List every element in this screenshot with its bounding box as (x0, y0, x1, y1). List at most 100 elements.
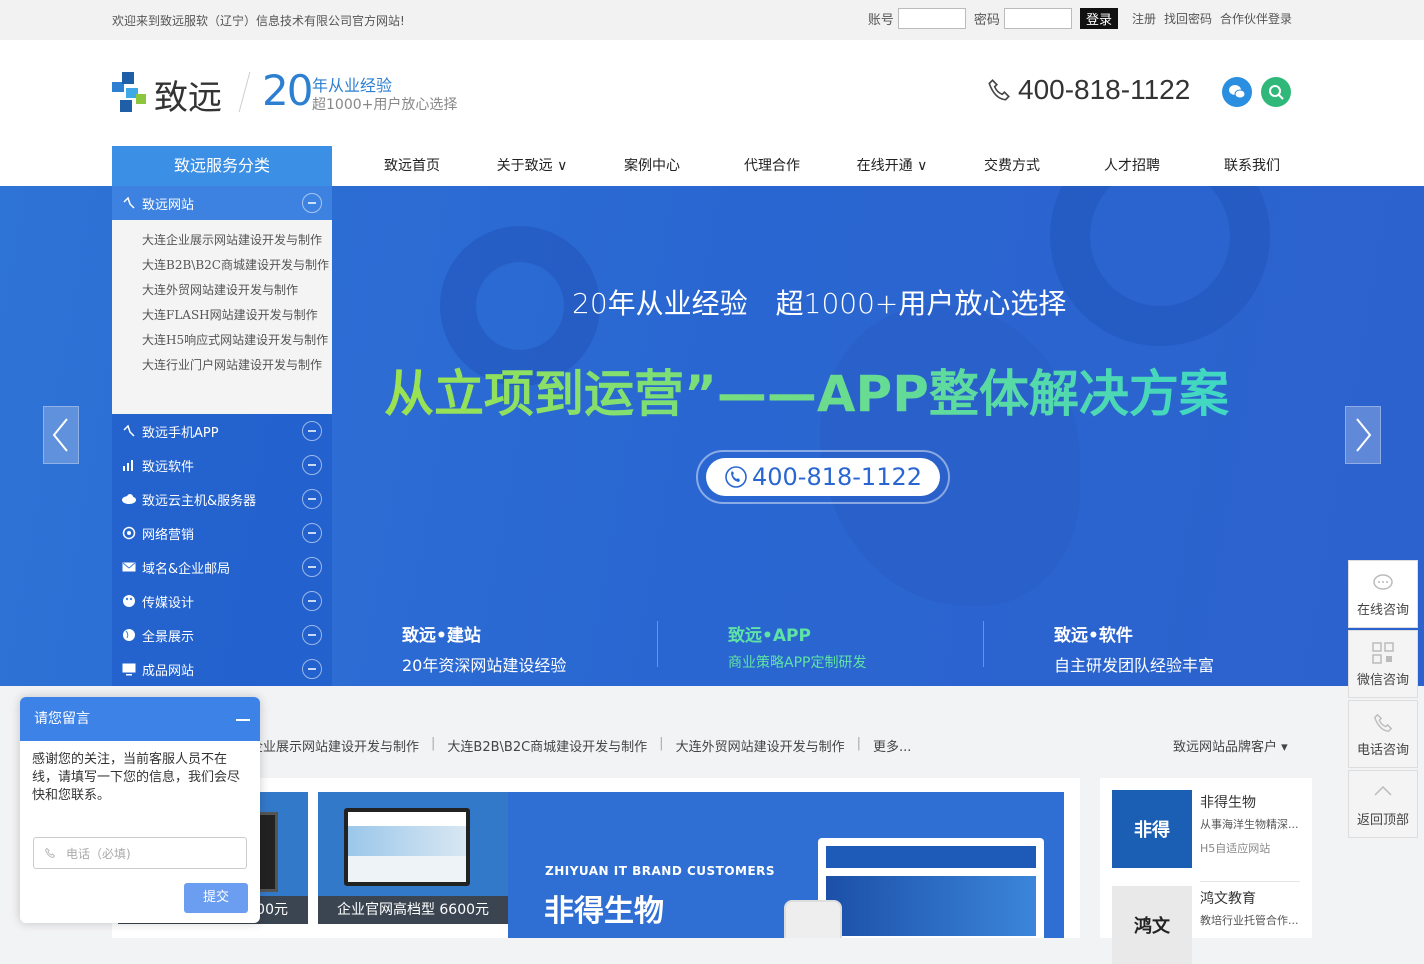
expand-icon[interactable] (302, 421, 322, 441)
nav-cases[interactable]: 案例中心 (592, 146, 712, 186)
palette-icon (120, 592, 138, 610)
password-input[interactable] (1003, 8, 1072, 29)
nav-online-open[interactable]: 在线开通 ∨ (832, 146, 952, 186)
expand-icon[interactable] (302, 523, 322, 543)
banner-decoration (1050, 186, 1270, 346)
banner-phone-button[interactable]: 400-818-1122 (696, 450, 950, 504)
float-label: 微信咨询 (1356, 672, 1409, 688)
category-label: 致远手机APP (142, 425, 219, 441)
monitor-icon (120, 660, 138, 678)
wechat-consult-button[interactable]: 微信咨询 (1348, 630, 1418, 698)
sub-item[interactable]: 大连企业展示网站建设开发与制作 (142, 228, 332, 253)
sub-item[interactable]: 大连H5响应式网站建设开发与制作 (142, 328, 332, 353)
logo-icon[interactable] (112, 68, 152, 116)
banner-title: 从立项到运营”——APP整体解决方案 (384, 354, 1229, 426)
online-consult-button[interactable]: 在线咨询 (1348, 560, 1418, 628)
phone-input[interactable]: 电话（必填) (33, 837, 247, 869)
phone-input-placeholder: 电话（必填) (66, 846, 131, 861)
back-to-top-button[interactable]: 返回顶部 (1348, 770, 1418, 838)
client-name: 鸿文教育 (1200, 891, 1256, 907)
expand-icon[interactable] (302, 625, 322, 645)
category-cloud[interactable]: 致远云主机&服务器 (112, 482, 332, 516)
client-logo: 鸿文 (1112, 886, 1192, 964)
phone-mockup (784, 900, 842, 938)
category-label: 成品网站 (142, 663, 195, 679)
slogan-number: 20 (262, 66, 313, 115)
case-caption: 企业官网高档型 6600元 (318, 896, 508, 924)
chevron-left-icon (52, 418, 68, 452)
sub-item[interactable]: 大连FLASH网站建设开发与制作 (142, 303, 332, 328)
expand-icon[interactable] (302, 489, 322, 509)
featured-case-title: 非得生物 (544, 894, 664, 929)
nav-about[interactable]: 关于致远 ∨ (472, 146, 592, 186)
category-panorama[interactable]: 全景展示 (112, 618, 332, 652)
header-phone: 400-818-1122 (986, 74, 1190, 106)
expand-icon[interactable] (302, 455, 322, 475)
register-link[interactable]: 注册 (1132, 10, 1156, 27)
expand-icon[interactable] (302, 659, 322, 679)
category-media-design[interactable]: 传媒设计 (112, 584, 332, 618)
brand-customers-dropdown[interactable]: 致远网站品牌客户 ▾ (1173, 736, 1288, 755)
feature-software: 致远•软件 自主研发团队经验丰富 (1054, 621, 1354, 676)
case-tab-more[interactable]: 更多... (873, 736, 911, 755)
case-tab[interactable]: 大连B2B\B2C商城建设开发与制作 (447, 736, 647, 755)
expand-icon[interactable] (302, 591, 322, 611)
brand-clients: 非得 非得生物 从事海洋生物精深... H5自适应网站 鸿文 鸿文教育 教培行业… (1100, 778, 1312, 964)
client-desc: 从事海洋生物精深... (1200, 818, 1299, 831)
nav-payment[interactable]: 交费方式 (952, 146, 1072, 186)
banner-prev-arrow[interactable] (43, 406, 79, 464)
minimize-icon[interactable] (236, 719, 250, 721)
header-phone-number: 400-818-1122 (1018, 74, 1191, 105)
float-label: 返回顶部 (1356, 812, 1409, 828)
expand-icon[interactable] (302, 193, 322, 213)
category-marketing[interactable]: 网络营销 (112, 516, 332, 550)
floating-contact-bar: 在线咨询 微信咨询 电话咨询 返回顶部 (1348, 560, 1420, 840)
forgot-password-link[interactable]: 找回密码 (1164, 10, 1212, 27)
phone-consult-button[interactable]: 电话咨询 (1348, 700, 1418, 768)
wechat-icon[interactable] (1222, 77, 1252, 107)
float-label: 电话咨询 (1356, 742, 1409, 758)
message-header[interactable]: 请您留言 (20, 697, 260, 741)
client-desc: 教培行业托管合作... (1200, 914, 1299, 927)
chart-icon (120, 456, 138, 474)
search-icon[interactable] (1261, 77, 1291, 107)
partner-login-link[interactable]: 合作伙伴登录 (1220, 10, 1292, 27)
category-label: 域名&企业邮局 (142, 561, 231, 577)
nav-home[interactable]: 致远首页 (352, 146, 472, 186)
featured-case-en: ZHIYUAN IT BRAND CUSTOMERS (545, 864, 776, 878)
login-button[interactable]: 登录 (1079, 8, 1118, 29)
sub-item[interactable]: 大连B2B\B2C商城建设开发与制作 (142, 253, 332, 278)
case-tab[interactable]: 企业展示网站建设开发与制作 (250, 736, 419, 755)
category-label: 致远网站 (142, 197, 195, 213)
submit-button[interactable]: 提交 (184, 883, 248, 913)
welcome-text: 欢迎来到致远服软（辽宁）信息技术有限公司官方网站! (112, 14, 405, 28)
float-label: 在线咨询 (1356, 602, 1409, 618)
chat-icon (1371, 571, 1395, 595)
sub-item[interactable]: 大连行业门户网站建设开发与制作 (142, 353, 332, 378)
nav-jobs[interactable]: 人才招聘 (1072, 146, 1192, 186)
slogan-divider (238, 72, 251, 112)
category-domain-mail[interactable]: 域名&企业邮局 (112, 550, 332, 584)
category-ready-sites[interactable]: 成品网站 (112, 652, 332, 686)
category-label: 传媒设计 (142, 595, 195, 611)
sub-item[interactable]: 大连外贸网站建设开发与制作 (142, 278, 332, 303)
expand-icon[interactable] (302, 557, 322, 577)
client-tag: H5自适应网站 (1200, 842, 1271, 855)
case-tab[interactable]: 大连外贸网站建设开发与制作 (676, 736, 845, 755)
message-title: 请您留言 (34, 711, 90, 727)
category-app[interactable]: 致远手机APP (112, 414, 332, 448)
category-website[interactable]: 致远网站 (112, 186, 332, 220)
service-category-header[interactable]: 致远服务分类 (112, 146, 332, 186)
featured-case[interactable]: ZHIYUAN IT BRAND CUSTOMERS 非得生物 (508, 792, 1064, 938)
nav-contact[interactable]: 联系我们 (1192, 146, 1312, 186)
nav-agency[interactable]: 代理合作 (712, 146, 832, 186)
category-software[interactable]: 致远软件 (112, 448, 332, 482)
message-body: 感谢您的关注，当前客服人员不在线，请填写一下您的信息，我们会尽快和您联系。 (32, 752, 241, 803)
account-input[interactable] (897, 8, 966, 29)
banner-next-arrow[interactable] (1345, 406, 1381, 464)
slogan-line1: 年从业经验 (312, 76, 393, 95)
slogan-line2: 超1000+用户放心选择 (312, 97, 458, 113)
category-label: 致远云主机&服务器 (142, 493, 257, 509)
website-mockup (818, 838, 1044, 938)
case-card[interactable]: 企业官网高档型 6600元 (318, 792, 508, 924)
